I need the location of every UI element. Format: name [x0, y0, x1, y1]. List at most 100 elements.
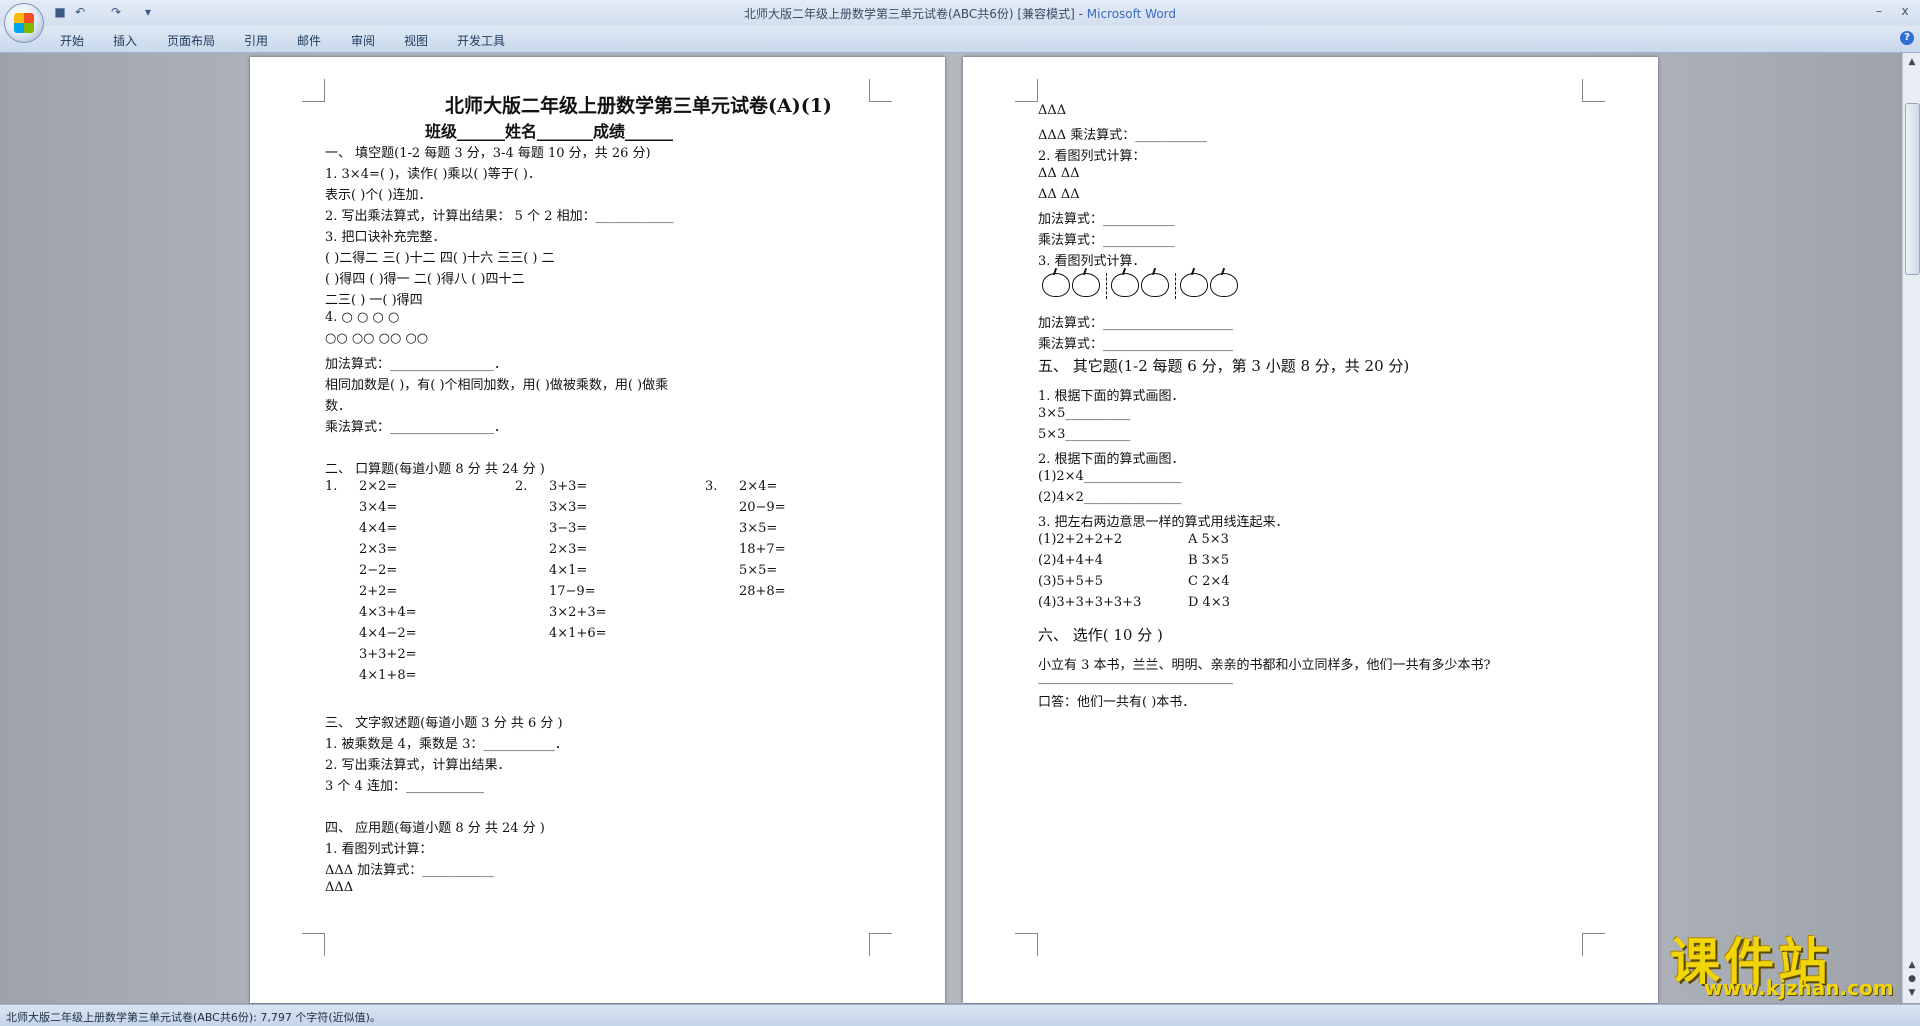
dashed-separator: [1175, 273, 1176, 299]
triangle-figure-row: ΔΔΔ: [1038, 103, 1067, 118]
oral-calc-item: 3+3+2=: [359, 647, 417, 662]
oral-calc-item: 2−2=: [359, 563, 398, 578]
watermark-logo: 课件站 www.kjzhan.com: [1670, 922, 1900, 1004]
question-text: 1. 3×4=( )，读作( )乘以( )等于( )．: [325, 167, 541, 182]
tab-references[interactable]: 引用: [244, 32, 268, 49]
document-name: 北师大版二年级上册数学第三单元试卷(ABC共6份) [兼容模式]: [743, 7, 1075, 21]
match-right-item: D 4×3: [1188, 595, 1230, 610]
answer-blank: ______________________________: [1038, 670, 1233, 685]
question-text: ΔΔΔ 乘法算式：___________: [1038, 128, 1207, 143]
question-text: 乘法算式：____________________: [1038, 337, 1234, 352]
triangle-figure-row: ΔΔΔ 加法算式：___________: [325, 863, 494, 878]
oral-calc-item: 4×4=: [359, 521, 398, 536]
question-text: 口答：他们一共有( )本书．: [1038, 695, 1196, 710]
status-bar: 北师大版二年级上册数学第三单元试卷(ABC共6份): 7,797 个字符(近似值…: [0, 1004, 1920, 1026]
match-left-item: (1)2+2+2+2: [1038, 532, 1123, 547]
question-text: 1. 看图列式计算：: [325, 842, 433, 857]
circle-figure-row: 4. ○ ○ ○ ○: [325, 310, 400, 325]
tab-insert[interactable]: 插入: [113, 32, 137, 49]
question-text: 3×5__________: [1038, 406, 1131, 421]
dashed-separator: [1106, 273, 1107, 299]
multiplication-rhyme-row: ( )二得二 三( )十二 四( )十六 三三( ) 二: [325, 251, 555, 266]
question-text: 2. 根据下面的算式画图．: [1038, 452, 1185, 467]
document-page-1[interactable]: 北师大版二年级上册数学第三单元试卷(A)(1) 班级______姓名______…: [250, 57, 945, 1003]
oral-calc-item: 3×5=: [739, 521, 778, 536]
apple-icon: [1072, 273, 1100, 297]
question-text: 2. 写出乘法算式，计算出结果．: [325, 758, 511, 773]
match-right-item: B 3×5: [1188, 553, 1230, 568]
app-name: Microsoft Word: [1086, 7, 1177, 21]
question-text: 5×3__________: [1038, 427, 1131, 442]
oral-calc-item: 3×3=: [549, 500, 588, 515]
question-text: 表示( )个( )连加．: [325, 188, 432, 203]
section-1-heading: 一、 填空题(1-2 每题 3 分，3-4 每题 10 分，共 26 分): [325, 146, 651, 161]
question-text: 乘法算式：___________: [1038, 233, 1175, 248]
question-text: 相同加数是( )，有( )个相同加数，用( )做被乘数，用( )做乘: [325, 378, 669, 393]
minimize-button[interactable]: –: [1868, 2, 1890, 20]
oral-calc-item: 3+3=: [549, 479, 588, 494]
match-left-item: (2)4+4+4: [1038, 553, 1104, 568]
column-label: 3.: [705, 479, 718, 494]
watermark-url: www.kjzhan.com: [1704, 976, 1894, 1000]
column-label: 2.: [515, 479, 528, 494]
status-text: 北师大版二年级上册数学第三单元试卷(ABC共6份): 7,797 个字符(近似值…: [6, 1011, 381, 1024]
oral-calc-item: 3−3=: [549, 521, 588, 536]
apple-icon: [1042, 273, 1070, 297]
oral-calc-item: 5×5=: [739, 563, 778, 578]
crop-mark: [302, 933, 325, 956]
oral-calc-item: 4×1=: [549, 563, 588, 578]
previous-page-icon[interactable]: ▲: [1905, 958, 1919, 972]
section-2-heading: 二、 口算题(每道小题 8 分 共 24 分 ): [325, 462, 545, 477]
question-text: 3. 看图列式计算．: [1038, 254, 1146, 269]
triangle-figure-row: ΔΔΔ: [325, 880, 354, 895]
apple-icon: [1180, 273, 1208, 297]
browse-object-icon[interactable]: ●: [1905, 972, 1919, 986]
column-label: 1.: [325, 479, 338, 494]
question-text: 3. 把左右两边意思一样的算式用线连起来．: [1038, 515, 1289, 530]
match-left-item: (4)3+3+3+3+3: [1038, 595, 1142, 610]
oral-calc-item: 2×4=: [739, 479, 778, 494]
oral-calc-item: 4×1+6=: [549, 626, 607, 641]
next-page-icon[interactable]: ▼: [1905, 986, 1919, 1000]
question-text: (1)2×4_______________: [1038, 469, 1182, 484]
vertical-scrollbar[interactable]: ▲ ▲ ● ▼: [1902, 53, 1920, 1003]
close-button[interactable]: x: [1894, 2, 1916, 20]
question-text: 2. 看图列式计算：: [1038, 149, 1146, 164]
oral-calc-item: 28+8=: [739, 584, 786, 599]
triangle-figure-row: ΔΔ ΔΔ: [1038, 187, 1080, 202]
multiplication-rhyme-row: 二三( ) 一( )得四: [325, 293, 423, 308]
oral-calc-item: 2×3=: [359, 542, 398, 557]
tab-view[interactable]: 视图: [404, 32, 428, 49]
match-left-item: (3)5+5+5: [1038, 574, 1104, 589]
section-3-heading: 三、 文字叙述题(每道小题 3 分 共 6 分 ): [325, 716, 563, 731]
title-bar: ■ ↶ ↷ ▾ 北师大版二年级上册数学第三单元试卷(ABC共6份) [兼容模式]…: [0, 0, 1920, 27]
apple-icon: [1141, 273, 1169, 297]
tab-developer[interactable]: 开发工具: [457, 32, 505, 49]
match-right-item: C 2×4: [1188, 574, 1230, 589]
apple-icon: [1210, 273, 1238, 297]
question-text: 加法算式：____________________: [1038, 316, 1234, 331]
tab-page-layout[interactable]: 页面布局: [167, 32, 215, 49]
triangle-figure-row: ΔΔ ΔΔ: [1038, 166, 1080, 181]
student-info-line: 班级______姓名_______成绩______: [425, 122, 674, 141]
tab-home[interactable]: 开始: [60, 32, 84, 49]
question-text: 3. 把口诀补充完整．: [325, 230, 446, 245]
oral-calc-item: 18+7=: [739, 542, 786, 557]
document-page-2[interactable]: ΔΔΔ ΔΔΔ 乘法算式：___________ 2. 看图列式计算： ΔΔ Δ…: [963, 57, 1658, 1003]
oral-calc-item: 20−9=: [739, 500, 786, 515]
scroll-thumb[interactable]: [1905, 103, 1920, 275]
document-title: 北师大版二年级上册数学第三单元试卷(A)(1): [445, 95, 832, 117]
office-button[interactable]: [4, 3, 44, 43]
tab-review[interactable]: 审阅: [351, 32, 375, 49]
question-text: 加法算式：________________．: [325, 357, 508, 372]
oral-calc-item: 3×4=: [359, 500, 398, 515]
circle-figure-row: ○○ ○○ ○○ ○○: [325, 331, 429, 346]
tab-mailings[interactable]: 邮件: [297, 32, 321, 49]
oral-calc-item: 3×2+3=: [549, 605, 607, 620]
apple-icon: [1111, 273, 1139, 297]
question-text: 1. 被乘数是 4，乘数是 3：___________．: [325, 737, 568, 752]
help-icon[interactable]: ?: [1900, 31, 1914, 45]
oral-calc-item: 17−9=: [549, 584, 596, 599]
scroll-up-icon[interactable]: ▲: [1905, 55, 1919, 69]
question-text: 数．: [325, 399, 352, 414]
